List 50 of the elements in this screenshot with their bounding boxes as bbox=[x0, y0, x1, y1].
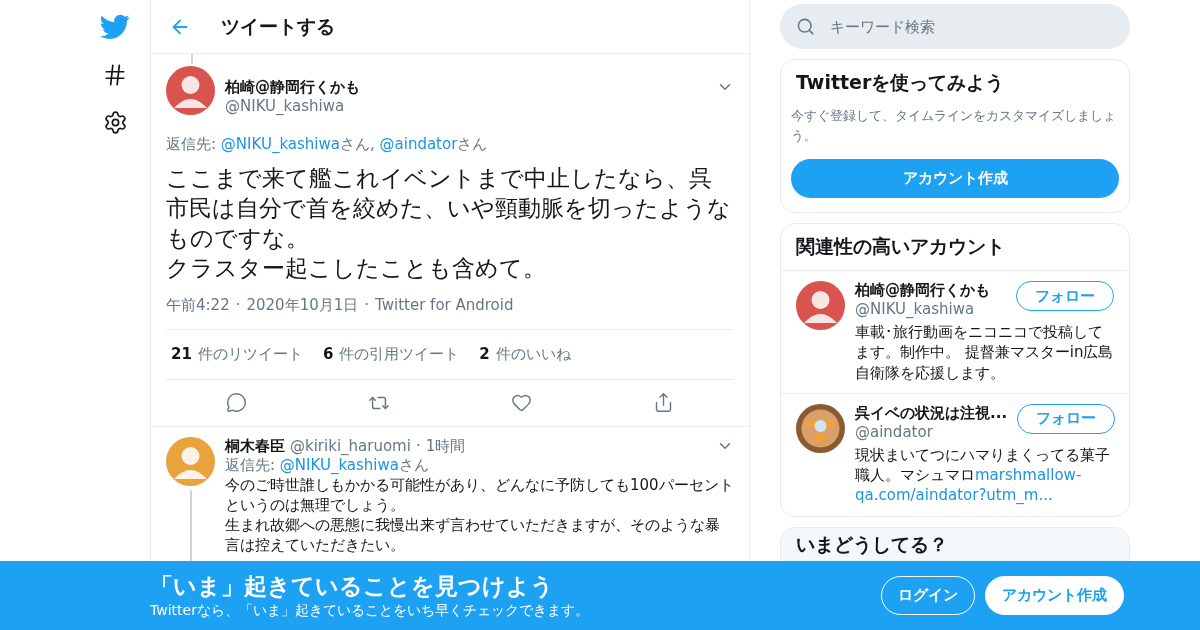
search-icon bbox=[796, 17, 815, 36]
separator-dot: · bbox=[364, 295, 370, 315]
tweet-stat[interactable]: 2 件のいいね bbox=[479, 344, 571, 364]
author-name: 桐木春臣 bbox=[225, 436, 285, 456]
bio-link[interactable]: qa.com/aindator?utm_m... bbox=[855, 486, 1053, 505]
tweet-time[interactable]: 1時間 bbox=[425, 436, 466, 456]
tweet-text: クラスター起こしたことも含めて。 bbox=[166, 253, 547, 283]
avatar bbox=[166, 66, 215, 115]
reply-text: 生まれ故郷への悪態に我慢出来ず言わせていただきますが、そのような暴言は控えていただきたい。 bbox=[225, 515, 721, 556]
banner-subtitle: Twitterなら、「いま」起きていることをいち早くチェックできます。 bbox=[150, 602, 590, 620]
mention-link[interactable]: @aindator bbox=[379, 135, 458, 153]
settings-icon[interactable] bbox=[102, 110, 128, 135]
avatar bbox=[166, 436, 215, 486]
separator-dot: · bbox=[415, 437, 421, 456]
page-title: ツイートする bbox=[221, 13, 335, 39]
reply-to-text: 返信先: @NIKU_kashiwaさん bbox=[225, 455, 430, 475]
follow-button[interactable]: フォロー bbox=[1016, 281, 1114, 311]
tweet-meta: 午前4:22 bbox=[166, 295, 230, 315]
banner-title: 「いま」起きていることを見つけよう bbox=[150, 572, 555, 601]
mention-link[interactable]: @NIKU_kashiwa bbox=[279, 455, 399, 474]
account-name[interactable]: 柏崎@静岡行くかも bbox=[855, 281, 990, 300]
separator-dot: · bbox=[235, 295, 241, 315]
reply-to-text: 返信先: @NIKU_kashiwaさん, @aindatorさん bbox=[166, 135, 489, 154]
bio-link[interactable]: marshmallow- bbox=[975, 466, 1082, 484]
bird-logo-icon[interactable] bbox=[100, 14, 130, 40]
avatar bbox=[796, 281, 845, 330]
author-handle: @NIKU_kashiwa bbox=[225, 97, 346, 115]
tweet-stat[interactable]: 6 件の引用ツイート bbox=[322, 344, 460, 364]
author-handle: @kiriki_haruomi bbox=[290, 437, 411, 456]
tweet-stat[interactable]: 21 件のリツイート bbox=[171, 344, 303, 364]
mention-link[interactable]: @NIKU_kashiwa bbox=[220, 135, 340, 153]
reply-text: 今のご時世誰しもかかる可能性があり、どんなに予防しても100パーセントというのは無理でしょう。 bbox=[225, 474, 734, 516]
account-name[interactable]: 呉イベの状況は注視... bbox=[855, 403, 1008, 423]
account-handle: @NIKU_kashiwa bbox=[855, 300, 976, 318]
signup-button[interactable]: アカウント作成 bbox=[985, 576, 1124, 615]
card-title: いまどうしてる？ bbox=[795, 531, 949, 557]
reply-icon[interactable] bbox=[226, 391, 248, 413]
signup-button[interactable]: アカウント作成 bbox=[791, 159, 1119, 198]
tweet-meta[interactable]: Twitter for Android bbox=[375, 295, 514, 315]
card-text: 今すぐ登録して、タイムラインをカスタマイズしましょう。 bbox=[791, 107, 1117, 145]
follow-button[interactable]: フォロー bbox=[1017, 403, 1116, 434]
tweet-meta[interactable]: 2020年10月1日 bbox=[246, 295, 359, 315]
card-title: Twitterを使ってみよう bbox=[795, 70, 1006, 95]
author-name: 柏崎@静岡行くかも bbox=[225, 78, 360, 97]
search-field[interactable]: キーワード検索 bbox=[780, 4, 1130, 49]
account-bio: 車載･旅行動画をニコニコで投稿してます。制作中。 提督兼マスターin広島自衛隊を応援します。 bbox=[855, 322, 1114, 383]
tweet-text: ここまで来て艦これイベントまで中止したなら、呉市民は自分で首を絞めた、いや頸動脈を切ったようなものですな。 bbox=[166, 164, 732, 253]
account-handle: @aindator bbox=[855, 422, 934, 441]
account-bio: 現状まいてつにハマりまくってる菓子職人。マシュマロ marshmallow- qa.com/aindator?utm_m... bbox=[855, 444, 1111, 506]
card-title: 関連性の高いアカウント bbox=[795, 234, 1006, 259]
